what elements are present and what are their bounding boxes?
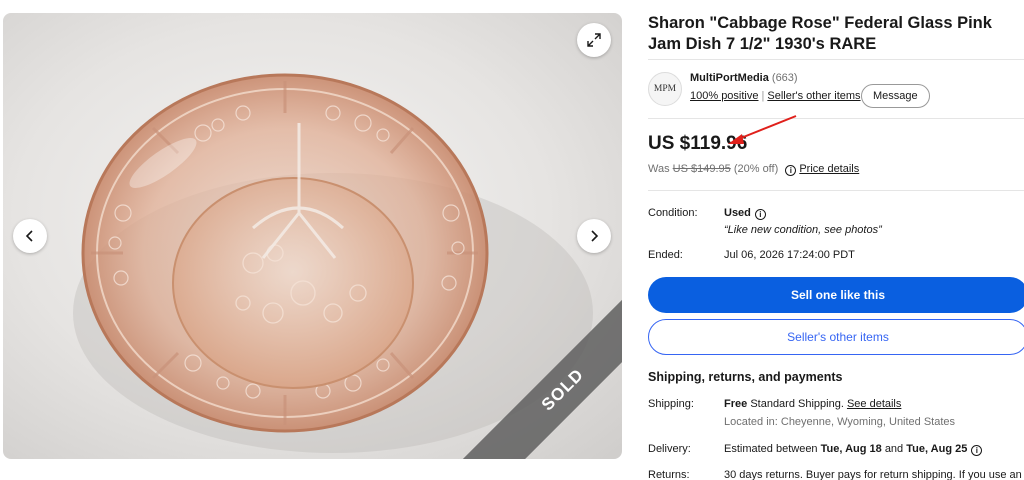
shipping-section-title: Shipping, returns, and payments <box>648 370 843 384</box>
shipping-label: Shipping: <box>648 398 694 410</box>
shipping-value-row: Free Standard Shipping. See details <box>724 398 901 410</box>
item-location: Located in: Cheyenne, Wyoming, United St… <box>724 416 956 428</box>
condition-label: Condition: <box>648 207 698 219</box>
seller-name-row: MultiPortMedia (663) <box>690 72 798 84</box>
shipping-method: Standard Shipping. <box>750 398 844 410</box>
listing-title: Sharon "Cabbage Rose" Federal Glass Pink… <box>648 14 992 53</box>
listing-panel: Sharon "Cabbage Rose" Federal Glass Pink… <box>648 0 1024 480</box>
returns-label: Returns: <box>648 469 690 480</box>
delivery-label: Delivery: <box>648 443 691 455</box>
divider <box>648 190 1024 191</box>
delivery-and: and <box>884 443 904 455</box>
was-price-row: Was US $149.95 (20% off) i Price details <box>648 163 859 176</box>
seller-links: 100% positive | Seller's other items <box>690 90 861 102</box>
expand-image-button[interactable] <box>577 23 611 57</box>
discount: (20% off) <box>733 163 779 175</box>
chevron-left-icon <box>25 230 33 242</box>
message-button[interactable]: Message <box>861 84 930 108</box>
was-price: US $149.95 <box>672 163 731 175</box>
delivery-end: Tue, Aug 25 <box>906 443 968 455</box>
info-icon[interactable]: i <box>785 165 797 176</box>
price-details-link[interactable]: Price details <box>799 163 859 175</box>
sell-one-like-this-button[interactable]: Sell one like this <box>648 277 1024 313</box>
image-gallery[interactable]: SOLD <box>3 13 622 459</box>
red-arrow-annotation <box>728 115 797 144</box>
seller-avatar[interactable]: MPM <box>648 72 682 106</box>
ended-label: Ended: <box>648 249 683 261</box>
seller-positive-link[interactable]: 100% positive <box>690 90 759 102</box>
ended-value: Jul 06, 2026 17:24:00 PDT <box>724 249 855 261</box>
was-label: Was <box>648 163 670 175</box>
returns-value: 30 days returns. Buyer pays for return s… <box>724 469 1024 480</box>
condition-value: Used <box>724 207 751 219</box>
separator: | <box>761 90 765 102</box>
sellers-other-items-button[interactable]: Seller's other items <box>648 319 1024 355</box>
delivery-start: Tue, Aug 18 <box>820 443 882 455</box>
shipping-details-link[interactable]: See details <box>847 398 901 410</box>
seller-name[interactable]: MultiPortMedia <box>690 72 769 84</box>
info-icon[interactable]: i <box>754 209 766 220</box>
seller-feedback-count: (663) <box>771 72 798 84</box>
shipping-free: Free <box>724 398 748 410</box>
chevron-right-icon <box>591 230 599 242</box>
info-icon[interactable]: i <box>971 445 983 456</box>
expand-icon <box>587 33 601 47</box>
seller-other-items-link[interactable]: Seller's other items <box>767 90 860 102</box>
delivery-prefix: Estimated between <box>724 443 818 455</box>
next-image-button[interactable] <box>577 219 611 253</box>
delivery-value-row: Estimated between Tue, Aug 18 and Tue, A… <box>724 443 985 456</box>
condition-value-row: Used i <box>724 207 769 220</box>
condition-note: “Like new condition, see photos” <box>724 224 882 236</box>
previous-image-button[interactable] <box>13 219 47 253</box>
divider <box>648 59 1024 60</box>
